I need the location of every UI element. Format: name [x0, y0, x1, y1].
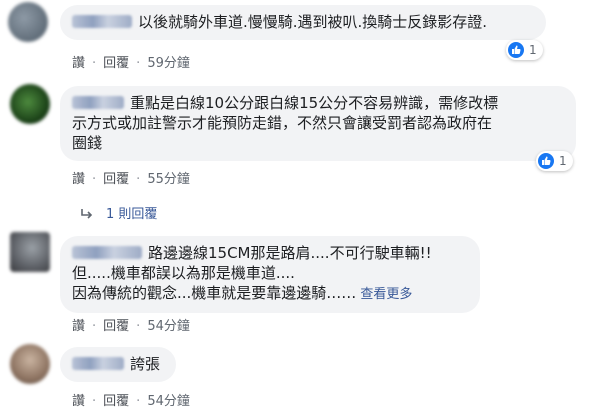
- comment-actions: 讚 · 回覆 · 54分鐘: [72, 390, 190, 409]
- avatar[interactable]: [10, 232, 50, 272]
- commenter-name[interactable]: [72, 15, 132, 28]
- timestamp[interactable]: 54分鐘: [147, 319, 190, 334]
- like-link[interactable]: 讚: [72, 56, 85, 71]
- reply-link[interactable]: 回覆: [103, 56, 129, 71]
- comment-text-line: 誇張: [130, 355, 161, 373]
- like-link[interactable]: 讚: [72, 172, 85, 187]
- comment-text-line: 圈錢: [72, 134, 103, 152]
- comment-actions: 讚 · 回覆 · 54分鐘: [72, 315, 190, 334]
- separator: ·: [92, 56, 97, 71]
- view-replies-link[interactable]: 1 則回覆: [80, 203, 157, 224]
- commenter-name[interactable]: [72, 357, 124, 370]
- separator: ·: [92, 172, 97, 187]
- see-more-link[interactable]: 查看更多: [360, 287, 412, 302]
- comment-bubble: 路邊邊線15CM那是路肩....不可行駛車輛!! 但.....機車都誤以為那是機…: [60, 236, 480, 313]
- separator: ·: [136, 172, 141, 187]
- comment-actions: 讚 · 回覆 · 59分鐘: [72, 52, 190, 71]
- timestamp[interactable]: 55分鐘: [147, 172, 190, 187]
- avatar[interactable]: [8, 2, 48, 42]
- reply-arrow-icon: [80, 208, 94, 224]
- like-link[interactable]: 讚: [72, 394, 85, 409]
- like-link[interactable]: 讚: [72, 319, 85, 334]
- reaction-badge[interactable]: 1: [506, 40, 543, 60]
- reply-link[interactable]: 回覆: [103, 394, 129, 409]
- like-thumb-icon: [508, 42, 524, 58]
- reaction-count: 1: [529, 43, 537, 57]
- comment-text-line: 示方式或加註警示才能預防走錯，不然只會讓受罰者認為政府在: [72, 114, 493, 132]
- comment-bubble: 以後就騎外車道.慢慢騎.遇到被叭.換騎士反錄影存證.: [60, 5, 546, 40]
- comment-text-line: 路邊邊線15CM那是路肩....不可行駛車輛!!: [148, 244, 432, 262]
- timestamp[interactable]: 59分鐘: [147, 56, 190, 71]
- commenter-name[interactable]: [72, 96, 124, 109]
- timestamp[interactable]: 54分鐘: [147, 394, 190, 409]
- separator: ·: [136, 394, 141, 409]
- avatar[interactable]: [10, 344, 50, 384]
- reply-link[interactable]: 回覆: [103, 172, 129, 187]
- separator: ·: [92, 319, 97, 334]
- avatar[interactable]: [10, 84, 50, 124]
- commenter-name[interactable]: [72, 246, 142, 259]
- separator: ·: [136, 319, 141, 334]
- comment-text-line: 以後就騎外車道.慢慢騎.遇到被叭.換騎士反錄影存證.: [138, 13, 488, 31]
- comment-text-line: 重點是白線10公分跟白線15公分不容易辨識，需修改標: [130, 94, 499, 112]
- comment-bubble: 誇張: [60, 347, 176, 382]
- comment-actions: 讚 · 回覆 · 55分鐘: [72, 168, 190, 187]
- separator: ·: [136, 56, 141, 71]
- reply-link[interactable]: 回覆: [103, 319, 129, 334]
- reaction-count: 1: [559, 154, 567, 168]
- reaction-badge[interactable]: 1: [536, 151, 573, 171]
- replies-count-label[interactable]: 1 則回覆: [106, 207, 157, 222]
- comment-text-line: 因為傳統的觀念...機車就是要靠邊邊騎……: [72, 284, 357, 302]
- comment-text-line: 但.....機車都誤以為那是機車道....: [72, 264, 295, 282]
- like-thumb-icon: [538, 153, 554, 169]
- comment-bubble: 重點是白線10公分跟白線15公分不容易辨識，需修改標 示方式或加註警示才能預防走…: [60, 86, 576, 161]
- separator: ·: [92, 394, 97, 409]
